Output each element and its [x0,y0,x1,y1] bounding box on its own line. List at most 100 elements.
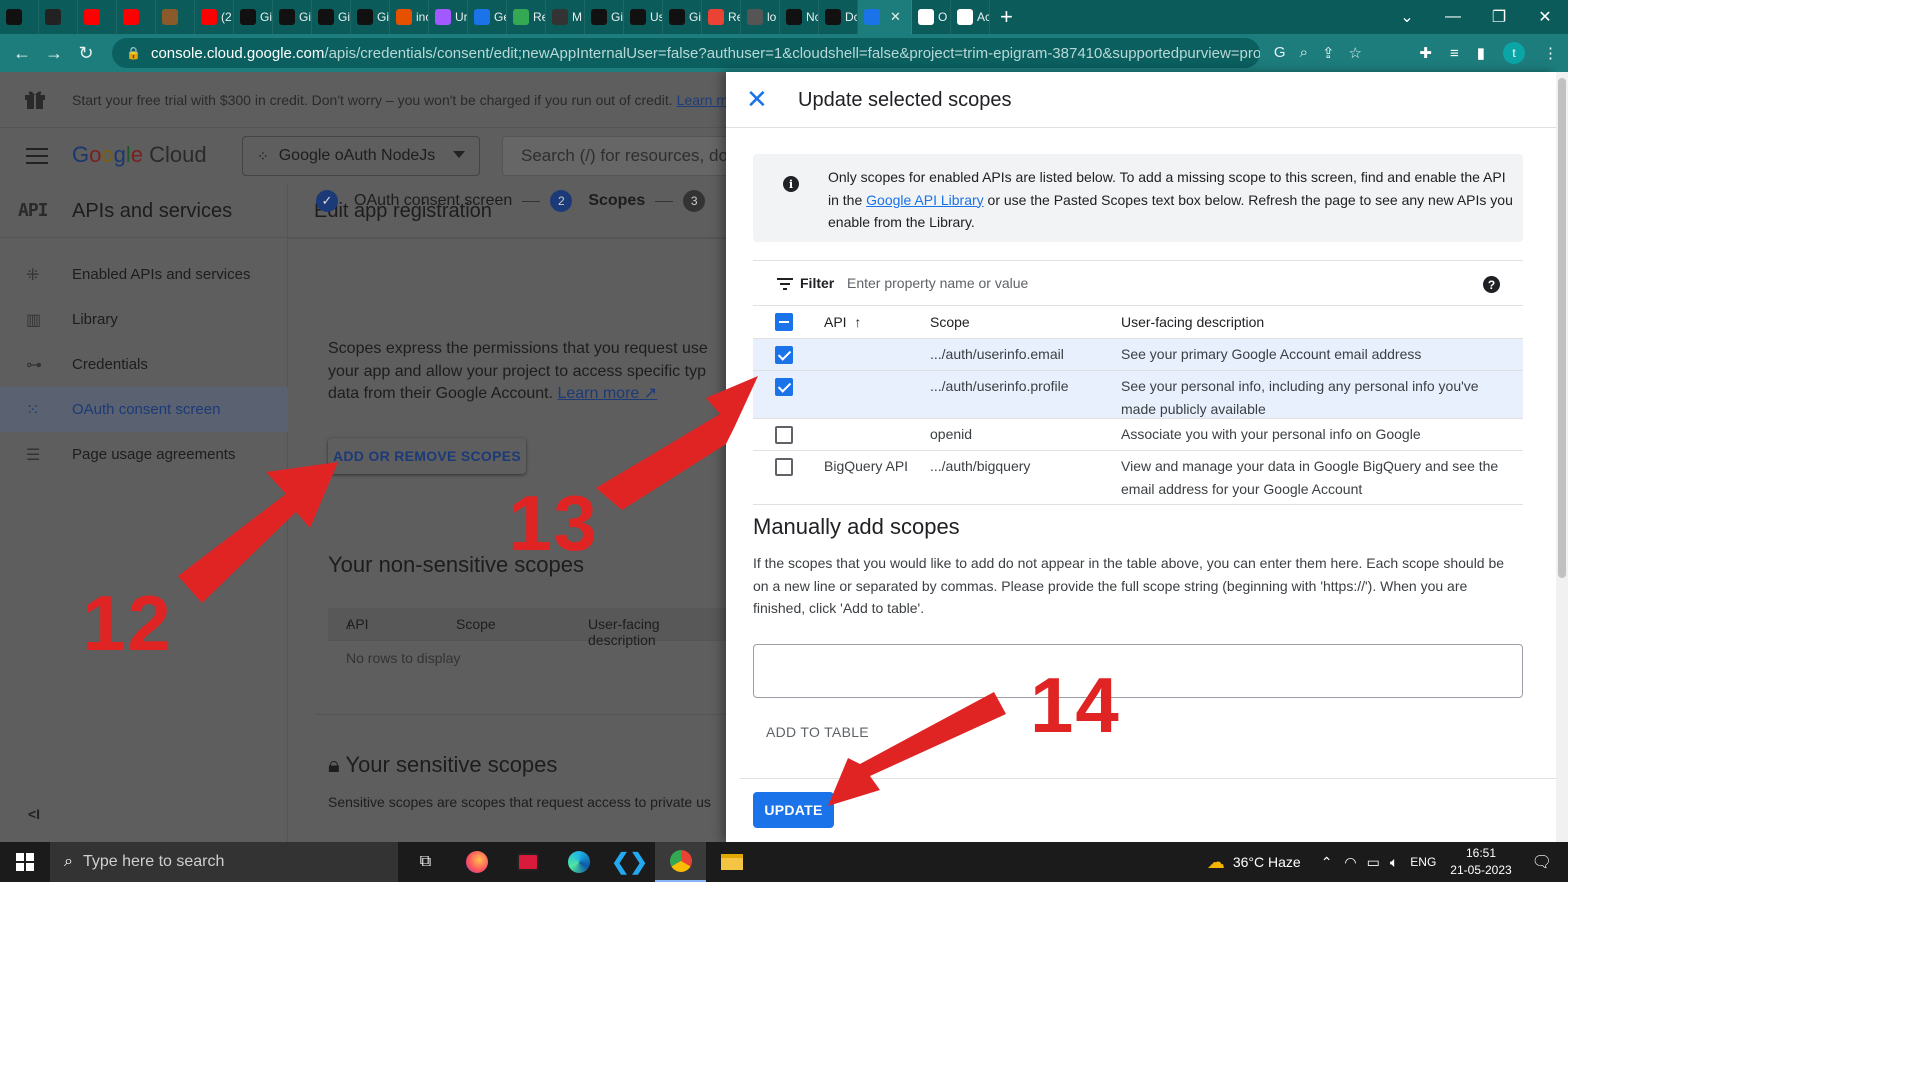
table-row[interactable]: openid Associate you with your personal i… [753,419,1523,451]
browser-menu-icon[interactable]: ⋮ [1543,44,1558,62]
table-row[interactable]: BigQuery API .../auth/bigquery View and ma… [753,451,1523,505]
windows-start-icon[interactable] [0,842,50,882]
reload-button[interactable]: ↻ [70,43,102,64]
row-checkbox[interactable] [775,346,793,364]
browser-tab[interactable]: Ur [429,0,468,34]
sidebar-item-page-usage[interactable]: ☰ Page usage agreements [0,432,288,477]
weather-text[interactable]: 36°C Haze [1233,854,1301,870]
step-2-label[interactable]: Scopes [588,192,645,210]
share-icon[interactable]: ⇪ [1322,44,1335,62]
sidebar-item-credentials[interactable]: ⊶ Credentials [0,342,288,387]
filter-bar[interactable]: Filter Enter property name or value ? [753,260,1523,306]
close-tab-icon[interactable]: ✕ [890,9,901,25]
minimize-button[interactable]: — [1430,8,1476,26]
close-icon[interactable]: ✕ [746,86,768,112]
row-checkbox[interactable] [775,458,793,476]
browser-tab[interactable]: Gi [273,0,312,34]
browser-tab[interactable] [156,0,195,34]
browser-tab[interactable]: Nc [780,0,819,34]
project-icon: ⁘ [257,147,269,164]
browser-tab[interactable] [0,0,39,34]
sidebar-item-enabled-apis[interactable]: ⁜ Enabled APIs and services [0,252,288,297]
task-view-icon[interactable]: ⧉ [400,842,451,882]
row-checkbox[interactable] [775,426,793,444]
col-api[interactable]: API ↑ [824,311,861,334]
new-tab-button[interactable]: + [1000,4,1030,30]
back-button[interactable]: ← [6,43,38,64]
console-search-input[interactable]: Search (/) for resources, do [502,136,742,176]
sidebar-item-oauth-consent[interactable]: ⁙ OAuth consent screen [0,387,288,432]
media-control-icon[interactable]: ≡ [1450,45,1459,62]
browser-tab[interactable]: Re [702,0,741,34]
restore-button[interactable]: ❐ [1476,7,1522,27]
browser-tab[interactable]: Gi [663,0,702,34]
chevron-up-icon[interactable]: ⌃ [1321,854,1333,871]
extensions-icon[interactable]: ✚ [1419,44,1432,62]
browser-tab[interactable] [78,0,117,34]
browser-tab[interactable]: Gi [351,0,390,34]
panel-header: ✕ Update selected scopes [726,72,1556,128]
manual-scopes-title: Manually add scopes [753,514,960,539]
browser-tab[interactable]: Dc [819,0,858,34]
panel-scrollbar[interactable] [1556,72,1568,842]
hamburger-menu-icon[interactable] [26,148,48,164]
vscode-icon[interactable]: ❮❯ [604,842,655,882]
browser-tab[interactable]: Us [624,0,663,34]
table-row[interactable]: .../auth/userinfo.email See your primary … [753,339,1523,371]
network-icon[interactable]: ◠ [1344,854,1356,871]
project-selector[interactable]: ⁘ Google oAuth NodeJs [242,136,480,176]
sidebar-item-library[interactable]: ▥ Library [0,297,288,342]
browser-tab[interactable]: M [546,0,585,34]
edge-icon[interactable] [553,842,604,882]
browser-tab[interactable]: Gi [234,0,273,34]
taskbar-search-input[interactable]: ⌕ Type here to search [50,842,398,882]
select-all-checkbox[interactable] [775,313,793,331]
screen-recorder-icon[interactable] [502,842,553,882]
forward-button[interactable]: → [38,43,70,64]
browser-tab[interactable]: Gi [585,0,624,34]
browser-tab[interactable]: Gi [312,0,351,34]
row-checkbox[interactable] [775,378,793,396]
browser-tab[interactable]: (2 [195,0,234,34]
google-lens-icon[interactable]: G [1274,44,1286,62]
manual-scopes-textarea[interactable] [753,644,1523,698]
bookmark-star-icon[interactable]: ☆ [1349,44,1362,62]
browser-tab[interactable] [117,0,156,34]
volume-icon[interactable]: 🔈︎ [1390,854,1398,871]
filter-input[interactable]: Enter property name or value [847,275,1028,291]
tab-label: Ge [494,10,506,24]
side-panel-icon[interactable]: ▮ [1477,44,1485,62]
browser-tab[interactable]: ✕ [858,0,912,34]
help-icon[interactable]: ? [1483,276,1500,293]
table-row[interactable]: .../auth/userinfo.profile See your person… [753,371,1523,419]
collapse-sidebar-icon[interactable]: <I [28,806,40,822]
battery-icon[interactable]: ▭ [1367,854,1380,871]
address-bar[interactable]: 🔒 console.cloud.google.com/apis/credenti… [112,38,1362,68]
firefox-icon[interactable] [451,842,502,882]
clock[interactable]: 16:51 21-05-2023 [1450,845,1511,879]
tab-search-icon[interactable]: ⌄ [1384,7,1430,27]
learn-more-link[interactable]: Learn more [557,385,639,402]
zoom-icon[interactable]: ⌕ [1300,44,1308,62]
browser-tab[interactable]: Ge [468,0,507,34]
chrome-icon[interactable] [655,842,706,882]
google-cloud-logo[interactable]: Google Cloud [72,142,207,168]
file-explorer-icon[interactable] [706,842,757,882]
step-1-label[interactable]: OAuth consent screen [354,192,512,210]
lock-icon: 🔒 [126,46,141,60]
browser-tab[interactable]: Ac [951,0,990,34]
add-to-table-button[interactable]: ADD TO TABLE [766,724,869,740]
add-or-remove-scopes-button[interactable]: ADD OR REMOVE SCOPES [328,438,526,474]
browser-tab[interactable]: lo [741,0,780,34]
update-button[interactable]: UPDATE [753,792,834,828]
browser-tab[interactable]: O [912,0,951,34]
profile-avatar[interactable]: t [1503,42,1525,64]
browser-tab[interactable]: Re [507,0,546,34]
close-window-button[interactable]: ✕ [1522,7,1568,27]
browser-tab[interactable]: inc [390,0,429,34]
notifications-icon[interactable]: 🗨︎ [1532,852,1552,872]
cell-api: BigQuery API [824,458,909,474]
language-indicator[interactable]: ENG [1410,855,1436,869]
browser-tab[interactable] [39,0,78,34]
google-api-library-link[interactable]: Google API Library [866,192,984,208]
